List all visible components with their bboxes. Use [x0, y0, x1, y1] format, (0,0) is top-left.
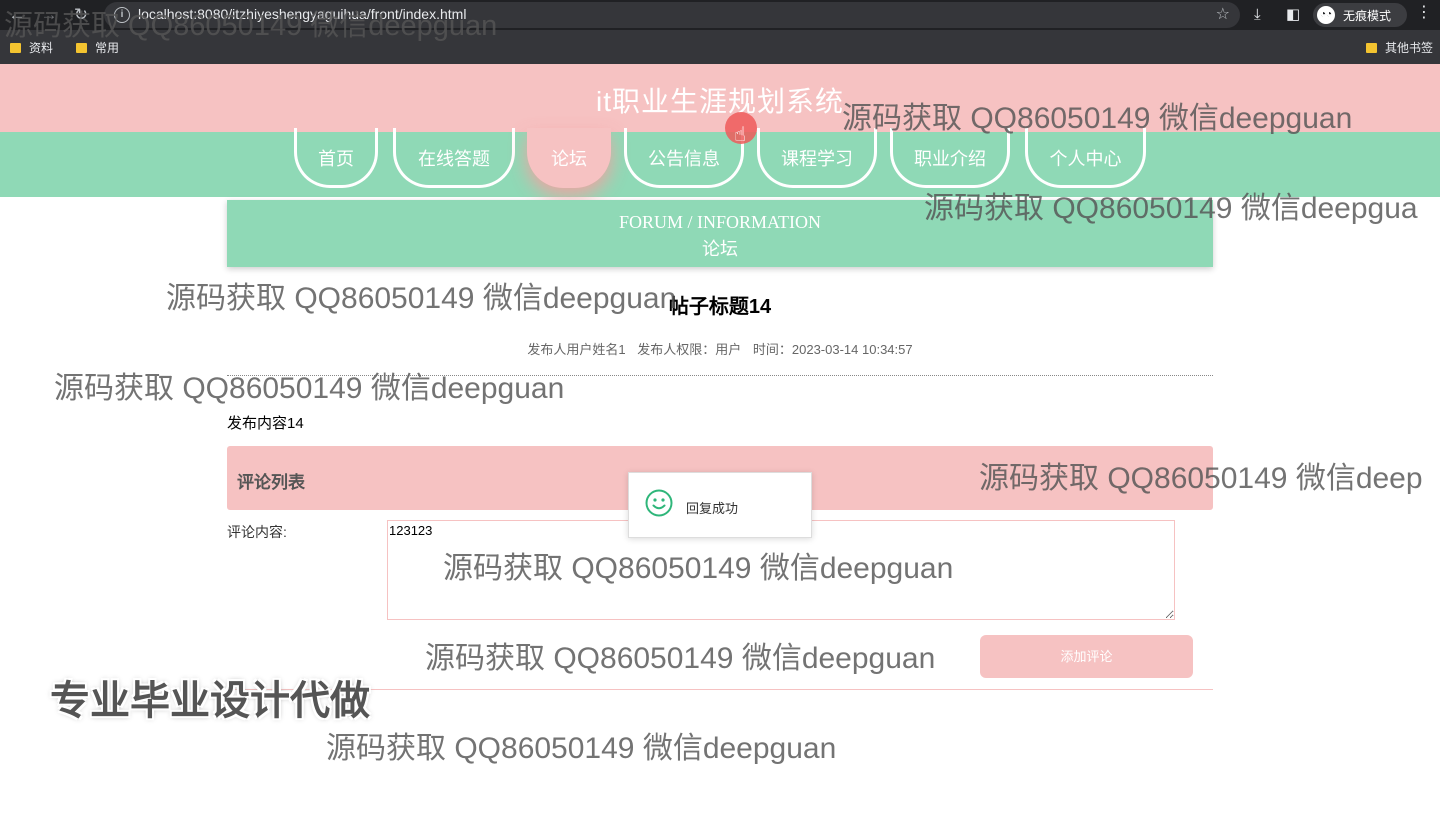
nav-home[interactable]: 首页 — [294, 128, 378, 188]
banner-title-cn: 论坛 — [702, 239, 738, 259]
folder-icon — [1366, 43, 1377, 53]
comment-field-label: 评论内容: — [227, 524, 287, 540]
folder-icon — [76, 43, 87, 53]
nav-forum[interactable]: 论坛 — [527, 128, 611, 188]
download-icon[interactable]: ⤓ — [1254, 4, 1261, 26]
nav-careers[interactable]: 职业介绍 — [890, 128, 1010, 188]
watermark-text: 源码获取 QQ86050149 微信deepguan — [425, 642, 936, 675]
promo-text: 专业毕业设计代做 — [50, 679, 370, 723]
post-content: 发布内容14 — [227, 415, 304, 432]
post-meta: 发布人用户姓名1 发布人权限：用户 时间：2023-03-14 10:34:57 — [227, 339, 1213, 358]
post-author: 发布人用户姓名1 — [527, 342, 626, 357]
incognito-label: 无痕模式 — [1343, 9, 1392, 23]
nav-courses[interactable]: 课程学习 — [757, 128, 877, 188]
post-role: 发布人权限：用户 — [637, 342, 742, 357]
nav-profile[interactable]: 个人中心 — [1025, 128, 1146, 188]
side-panel-icon[interactable]: ◧ — [1286, 4, 1300, 26]
watermark-text: 源码获取 QQ86050149 微信deepguan — [326, 732, 837, 765]
bookmark-label: 其他书签 — [1385, 41, 1434, 55]
smile-icon — [645, 489, 673, 517]
hand-cursor-icon: ☝ — [734, 124, 747, 146]
watermark-text: 源码获取 QQ86050149 微信deepguan — [4, 10, 498, 42]
bookmark-star-icon[interactable]: ☆ — [1216, 4, 1230, 24]
add-comment-button[interactable]: 添加评论 — [980, 635, 1193, 678]
watermark-text: 源码获取 QQ86050149 微信deepgua — [924, 192, 1418, 225]
incognito-icon: ◔◔ — [1317, 6, 1335, 24]
nav-announcements[interactable]: 公告信息 — [624, 128, 744, 188]
toast-message: 回复成功 — [686, 501, 739, 516]
watermark-text: 源码获取 QQ86050149 微信deepguan — [842, 102, 1353, 135]
incognito-indicator[interactable]: ◔◔ 无痕模式 — [1313, 3, 1407, 27]
post-time: 时间：2023-03-14 10:34:57 — [752, 342, 913, 357]
watermark-text: 源码获取 QQ86050149 微信deepguan — [166, 282, 677, 315]
folder-icon — [10, 43, 21, 53]
browser-menu-icon[interactable]: ⋮ — [1416, 2, 1432, 22]
watermark-text: 源码获取 QQ86050149 微信deepguan — [443, 552, 954, 585]
watermark-text: 源码获取 QQ86050149 微信deepguan — [54, 372, 565, 405]
nav-online-quiz[interactable]: 在线答题 — [393, 128, 515, 188]
comment-list-title: 评论列表 — [237, 473, 305, 492]
watermark-text: 源码获取 QQ86050149 微信deep — [979, 462, 1423, 495]
success-toast: 回复成功 — [628, 472, 812, 538]
divider — [227, 689, 1213, 690]
other-bookmarks[interactable]: 其他书签 — [1366, 39, 1433, 56]
